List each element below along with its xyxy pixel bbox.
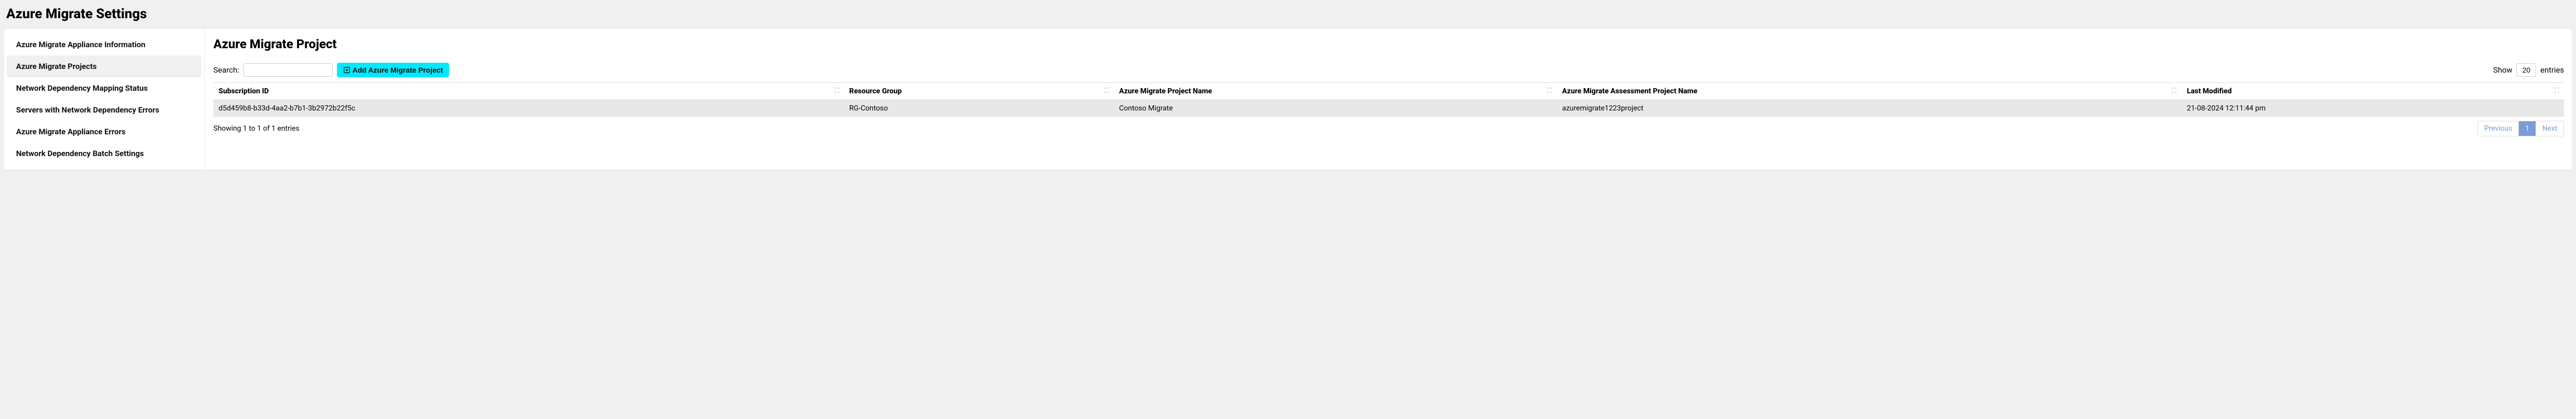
entries-label: entries xyxy=(2540,65,2564,75)
col-resource-group[interactable]: Resource Group xyxy=(844,83,1114,100)
table-row[interactable]: d5d459b8-b33d-4aa2-b7b1-3b2972b22f5c RG-… xyxy=(213,100,2564,117)
cell-project-name: Contoso Migrate xyxy=(1114,100,1557,117)
sidebar-item-batch-settings[interactable]: Network Dependency Batch Settings xyxy=(7,143,201,164)
search-input[interactable] xyxy=(243,63,333,77)
search-label: Search: xyxy=(213,65,239,75)
entries-info: Showing 1 to 1 of 1 entries xyxy=(213,124,300,133)
toolbar-left: Search: Add Azure Migrate Project xyxy=(213,63,449,77)
cell-resource-group: RG-Contoso xyxy=(844,100,1114,117)
cell-subscription-id: d5d459b8-b33d-4aa2-b7b1-3b2972b22f5c xyxy=(213,100,844,117)
sort-icon xyxy=(2171,87,2177,96)
projects-table: Subscription ID Resource Group Azure Mig… xyxy=(213,82,2564,117)
sort-icon xyxy=(1104,87,1110,96)
toolbar: Search: Add Azure Migrate Project Show e… xyxy=(213,63,2564,77)
table-footer: Showing 1 to 1 of 1 entries Previous 1 N… xyxy=(213,121,2564,136)
pagination: Previous 1 Next xyxy=(2477,121,2564,136)
col-label: Azure Migrate Assessment Project Name xyxy=(1562,87,1698,95)
sort-icon xyxy=(2554,87,2560,96)
sidebar: Azure Migrate Appliance Information Azur… xyxy=(4,29,205,170)
sidebar-item-network-dependency-status[interactable]: Network Dependency Mapping Status xyxy=(7,77,201,99)
col-label: Resource Group xyxy=(849,87,902,95)
toolbar-right: Show entries xyxy=(2493,63,2564,77)
plus-square-icon xyxy=(343,66,350,74)
sidebar-item-appliance-information[interactable]: Azure Migrate Appliance Information xyxy=(7,34,201,55)
col-project-name[interactable]: Azure Migrate Project Name xyxy=(1114,83,1557,100)
col-label: Azure Migrate Project Name xyxy=(1119,87,1212,95)
col-subscription-id[interactable]: Subscription ID xyxy=(213,83,844,100)
table-header-row: Subscription ID Resource Group Azure Mig… xyxy=(213,83,2564,100)
next-button[interactable]: Next xyxy=(2536,121,2564,136)
sort-icon xyxy=(834,87,840,96)
page-1-button[interactable]: 1 xyxy=(2518,121,2536,136)
add-project-button[interactable]: Add Azure Migrate Project xyxy=(337,63,450,77)
cell-last-modified: 21-08-2024 12:11:44 pm xyxy=(2181,100,2564,117)
prev-button[interactable]: Previous xyxy=(2478,121,2518,136)
sidebar-item-network-dependency-errors[interactable]: Servers with Network Dependency Errors xyxy=(7,99,201,121)
add-button-label: Add Azure Migrate Project xyxy=(352,66,443,74)
col-label: Last Modified xyxy=(2187,87,2232,95)
sidebar-item-projects[interactable]: Azure Migrate Projects xyxy=(7,55,201,77)
content-title: Azure Migrate Project xyxy=(213,37,2564,51)
sidebar-item-appliance-errors[interactable]: Azure Migrate Appliance Errors xyxy=(7,121,201,143)
content: Azure Migrate Project Search: Add Azure … xyxy=(205,29,2572,170)
page-title: Azure Migrate Settings xyxy=(0,0,2576,28)
main-container: Azure Migrate Appliance Information Azur… xyxy=(3,28,2573,170)
col-last-modified[interactable]: Last Modified xyxy=(2181,83,2564,100)
entries-input[interactable] xyxy=(2516,63,2536,77)
col-assessment-project-name[interactable]: Azure Migrate Assessment Project Name xyxy=(1557,83,2181,100)
sort-icon xyxy=(1547,87,1553,96)
show-label: Show xyxy=(2493,65,2512,75)
col-label: Subscription ID xyxy=(219,87,269,95)
cell-assessment-project-name: azuremigrate1223project xyxy=(1557,100,2181,117)
